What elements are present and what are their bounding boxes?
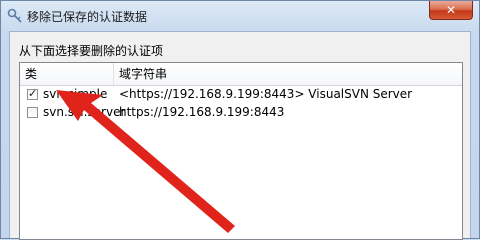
credentials-list[interactable]: 类 域字符串 ✓ svn.simple <https://192.168.9.1…: [19, 62, 463, 240]
cell-domain: <https://192.168.9.199:8443> VisualSVN S…: [119, 87, 413, 101]
instruction-label: 从下面选择要删除的认证项: [19, 44, 164, 58]
column-header-domain[interactable]: 域字符串: [114, 63, 462, 85]
key-icon: [7, 8, 23, 24]
row-checkbox[interactable]: [27, 107, 38, 118]
cell-type: svn.ssl.server: [43, 105, 126, 119]
table-row[interactable]: ✓ svn.simple <https://192.168.9.199:8443…: [20, 86, 462, 104]
cell-type: svn.simple: [43, 87, 108, 101]
table-row[interactable]: svn.ssl.server https://192.168.9.199:844…: [20, 104, 462, 122]
close-button[interactable]: ✕: [429, 1, 473, 20]
dialog-body: 从下面选择要删除的认证项 类 域字符串 ✓ svn.simple <https:…: [9, 31, 471, 240]
dialog-window: 移除已保存的认证数据 ✕ 从下面选择要删除的认证项 类 域字符串 ✓ svn.s…: [0, 0, 480, 240]
list-header: 类 域字符串: [20, 63, 462, 86]
checkmark-icon: ✓: [28, 87, 38, 100]
row-checkbox[interactable]: ✓: [27, 87, 38, 100]
close-icon: ✕: [445, 3, 457, 17]
column-header-type[interactable]: 类: [20, 63, 114, 85]
title-bar[interactable]: 移除已保存的认证数据 ✕: [1, 1, 479, 33]
window-title: 移除已保存的认证数据: [27, 10, 148, 24]
cell-domain: https://192.168.9.199:8443: [119, 105, 285, 119]
